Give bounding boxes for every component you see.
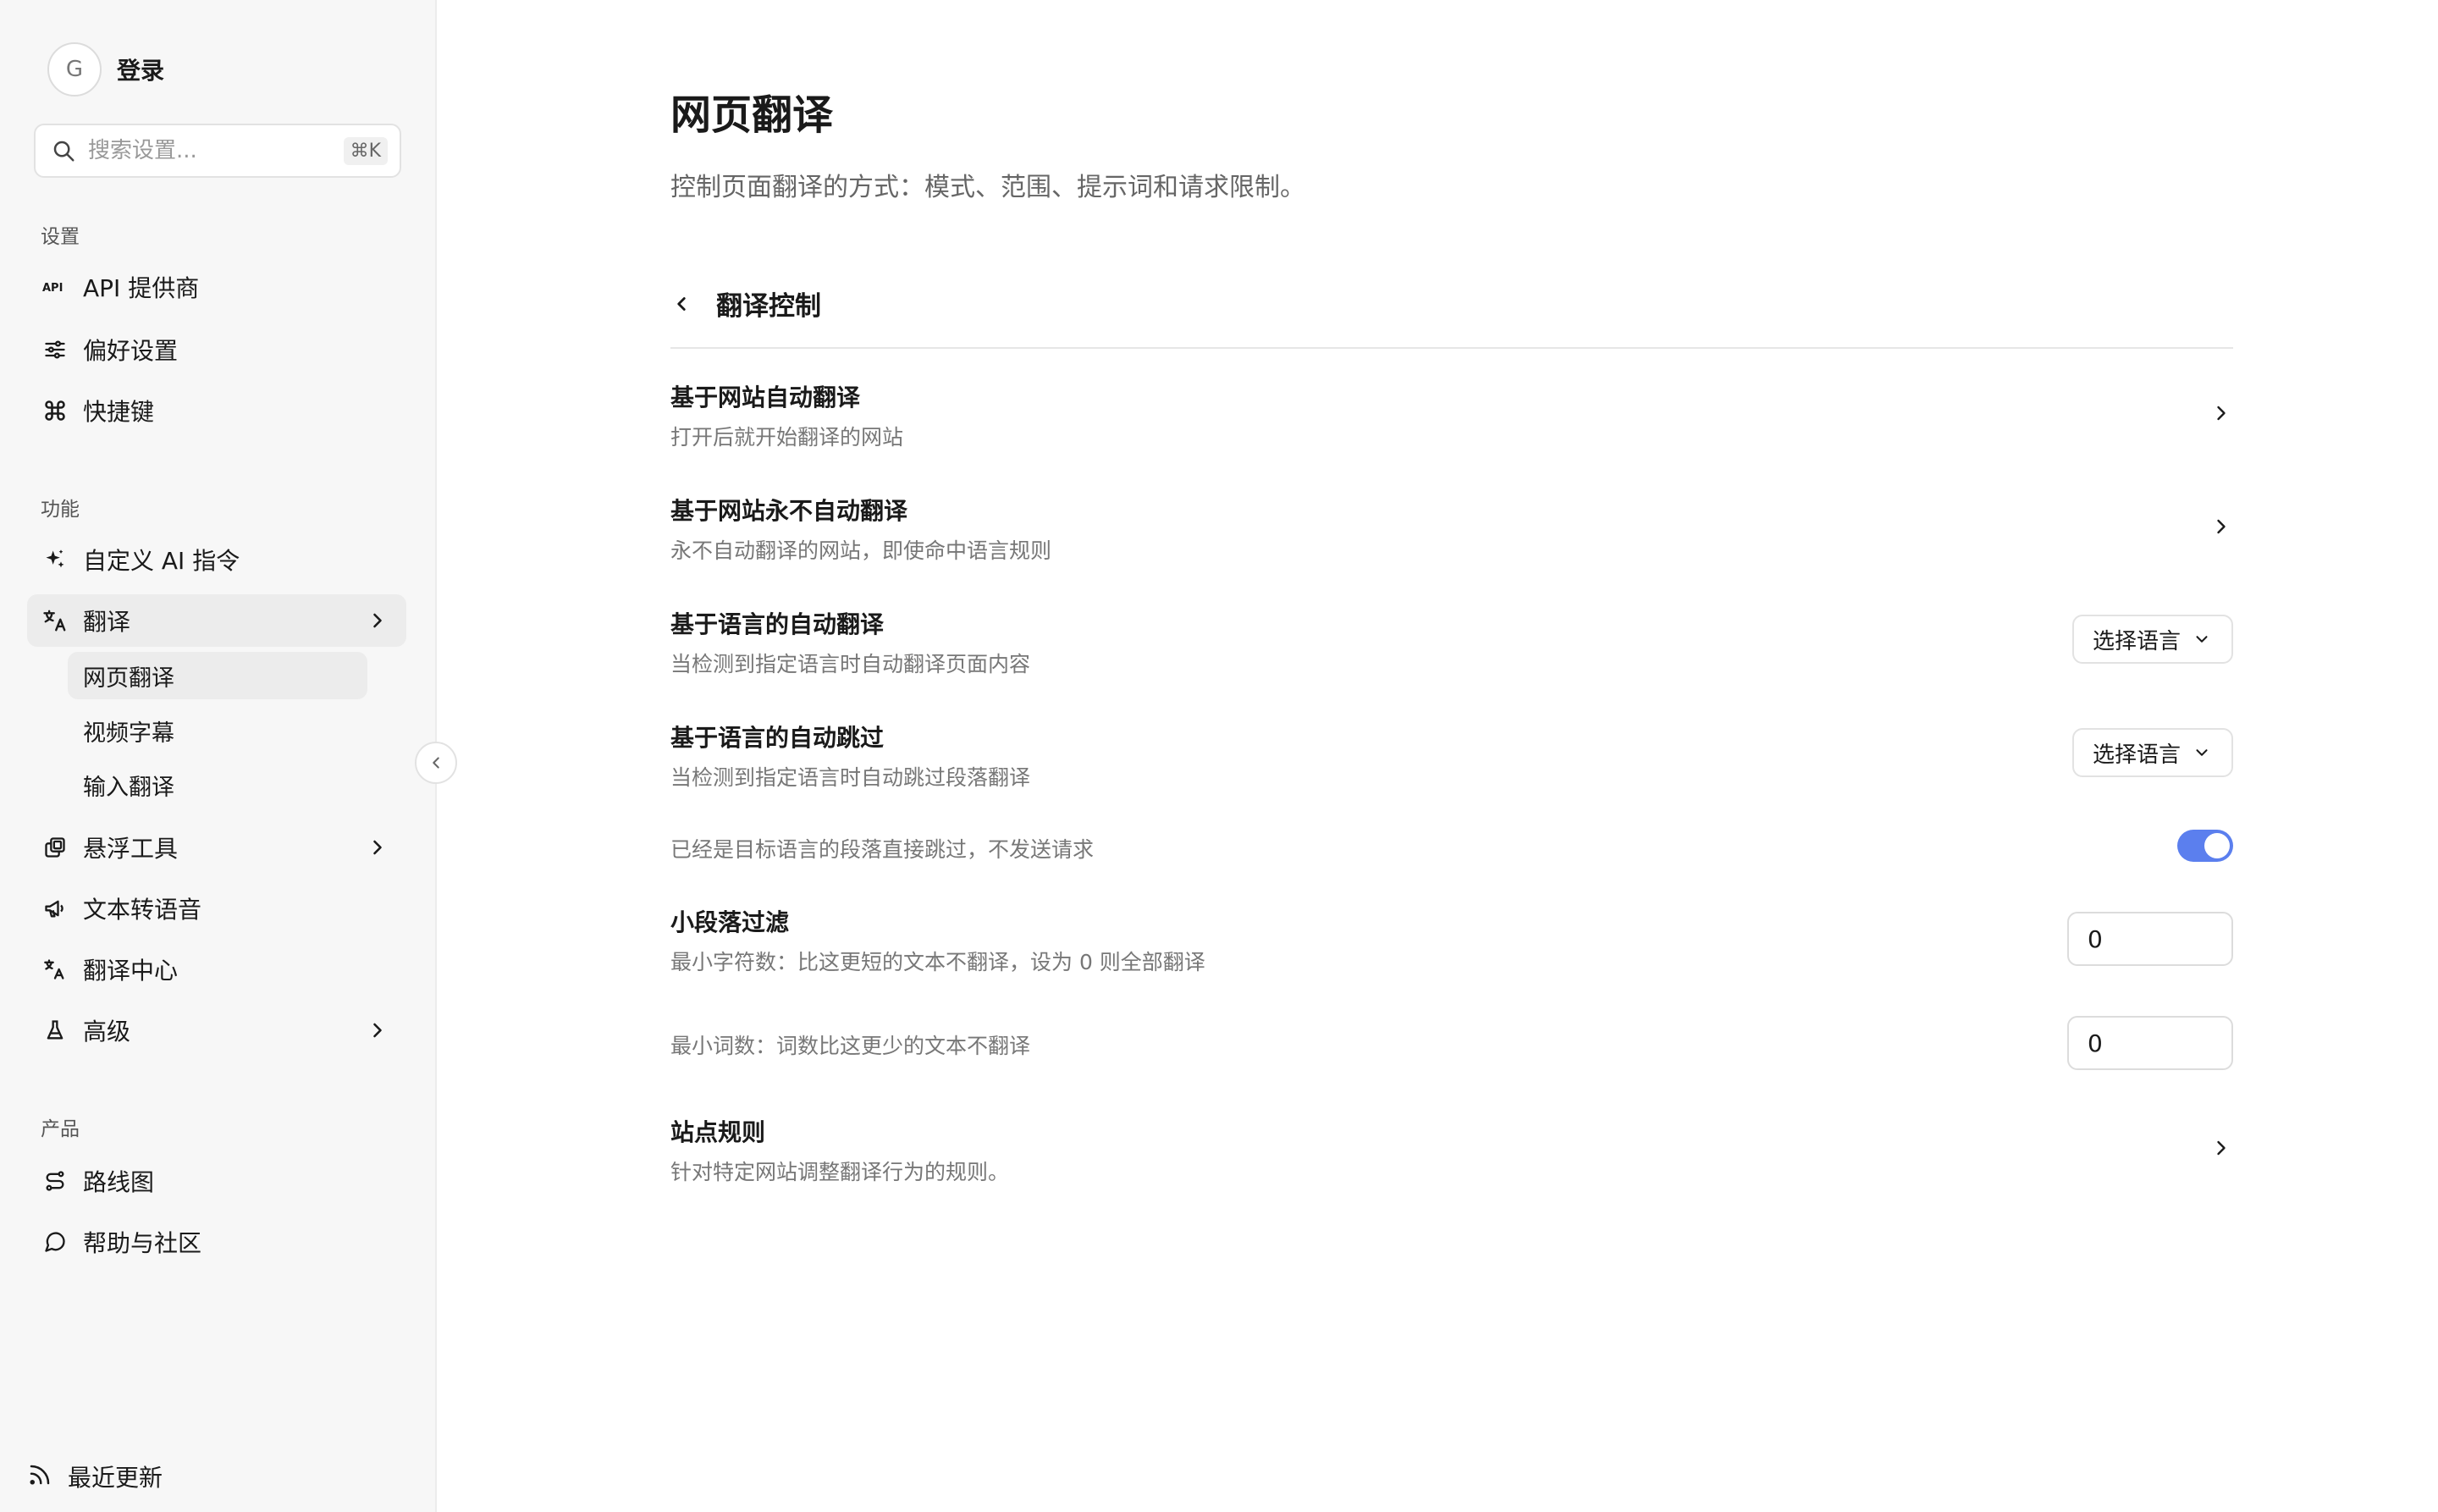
chat-icon xyxy=(42,1229,68,1255)
row-title: 基于网站自动翻译 xyxy=(670,384,861,411)
row-description: 当检测到指定语言时自动跳过段落翻译 xyxy=(670,765,1031,790)
chevron-right-icon[interactable] xyxy=(2209,1136,2233,1160)
row-title: 基于网站永不自动翻译 xyxy=(670,497,908,525)
sidebar-item-label: 翻译 xyxy=(83,608,131,636)
sidebar-footer-updates[interactable]: 最近更新 xyxy=(27,1460,163,1493)
sidebar-item-translate[interactable]: 翻译 xyxy=(27,594,406,647)
rss-icon xyxy=(27,1462,52,1491)
sidebar-footer-label: 最近更新 xyxy=(68,1464,163,1492)
language-icon xyxy=(42,957,68,982)
chevron-down-icon xyxy=(2196,749,2208,756)
sidebar-subitem-web-translate[interactable]: 网页翻译 xyxy=(68,652,367,699)
sidebar-item-label: 帮助与社区 xyxy=(83,1229,202,1257)
sidebar-item-shortcuts[interactable]: 快捷键 xyxy=(27,384,406,437)
row-description: 永不自动翻译的网站，即使命中语言规则 xyxy=(670,538,1052,563)
auto-translate-language-select[interactable]: 选择语言 xyxy=(2072,615,2233,664)
sidebar-item-label: 文本转语音 xyxy=(83,896,202,924)
min-words-input[interactable] xyxy=(2067,1016,2233,1070)
api-icon: API xyxy=(42,274,68,300)
min-chars-input[interactable] xyxy=(2067,912,2233,966)
sidebar-subitem-input-translate[interactable]: 输入翻译 xyxy=(68,761,367,808)
chevron-right-icon[interactable] xyxy=(2209,401,2233,425)
chevron-right-icon[interactable] xyxy=(2209,515,2233,538)
auto-skip-language-select[interactable]: 选择语言 xyxy=(2072,728,2233,777)
sidebar-item-label: 自定义 AI 指令 xyxy=(83,547,240,575)
sidebar-item-floating-tools[interactable]: 悬浮工具 xyxy=(27,821,406,874)
login-label[interactable]: 登录 xyxy=(117,52,164,86)
sidebar-item-label: 偏好设置 xyxy=(83,337,179,365)
select-label: 选择语言 xyxy=(2093,742,2182,768)
sidebar-subitem-video-subtitles[interactable]: 视频字幕 xyxy=(68,707,367,754)
sidebar-item-translation-center[interactable]: 翻译中心 xyxy=(27,943,406,996)
svg-text:API: API xyxy=(42,282,63,295)
sidebar-item-roadmap[interactable]: 路线图 xyxy=(27,1155,406,1207)
row-title: 基于语言的自动跳过 xyxy=(670,724,885,752)
section-label-settings: 设置 xyxy=(41,226,80,248)
command-icon xyxy=(42,398,68,423)
back-button[interactable]: 翻译控制 xyxy=(670,284,821,323)
flask-icon xyxy=(42,1018,68,1043)
sidebar-item-label: 翻译中心 xyxy=(83,957,179,985)
sidebar-item-label: 路线图 xyxy=(83,1168,155,1196)
sidebar-collapse-button[interactable] xyxy=(415,742,457,784)
sidebar-item-api-provider[interactable]: API API 提供商 xyxy=(27,261,406,313)
chevron-right-icon xyxy=(373,613,382,628)
sidebar-item-help-community[interactable]: 帮助与社区 xyxy=(27,1216,406,1268)
toggle-knob xyxy=(2204,833,2230,858)
row-description: 针对特定网站调整翻译行为的规则。 xyxy=(670,1160,1010,1184)
chevron-left-icon xyxy=(433,757,439,769)
layers-icon xyxy=(42,835,68,860)
row-description: 当检测到指定语言时自动翻译页面内容 xyxy=(670,652,1031,676)
sidebar-item-custom-ai[interactable]: 自定义 AI 指令 xyxy=(27,533,406,586)
divider xyxy=(670,347,2233,349)
chevron-right-icon xyxy=(373,1023,382,1038)
sliders-icon xyxy=(42,337,68,362)
row-description: 最小词数：词数比这更少的文本不翻译 xyxy=(670,1034,1031,1058)
route-icon xyxy=(42,1168,68,1194)
skip-target-language-toggle[interactable] xyxy=(2177,830,2233,862)
sidebar-item-label: 快捷键 xyxy=(83,398,155,426)
row-title: 站点规则 xyxy=(670,1118,766,1146)
chevron-right-icon xyxy=(373,840,382,855)
translate-icon xyxy=(42,608,68,633)
sidebar-item-label: API 提供商 xyxy=(83,274,200,302)
page-title: 网页翻译 xyxy=(670,91,834,139)
sidebar-item-label: 悬浮工具 xyxy=(83,835,179,863)
sidebar: G 登录 ⌘K 设置 API API 提供商 偏好设置 快捷键 功能 自定义 A… xyxy=(0,0,437,1512)
sidebar-item-label: 高级 xyxy=(83,1018,131,1046)
sidebar-item-advanced[interactable]: 高级 xyxy=(27,1004,406,1057)
chevron-left-icon xyxy=(677,296,686,311)
row-description: 已经是目标语言的段落直接跳过，不发送请求 xyxy=(670,837,1095,862)
sidebar-item-preferences[interactable]: 偏好设置 xyxy=(27,323,406,376)
search-input[interactable] xyxy=(88,138,344,163)
select-label: 选择语言 xyxy=(2093,628,2182,654)
row-description: 最小字符数：比这更短的文本不翻译，设为 0 则全部翻译 xyxy=(670,950,1205,974)
user-login[interactable]: G 登录 xyxy=(47,42,164,97)
row-description: 打开后就开始翻译的网站 xyxy=(670,425,904,450)
sidebar-item-text-to-speech[interactable]: 文本转语音 xyxy=(27,882,406,935)
search-box[interactable]: ⌘K xyxy=(34,124,401,178)
search-shortcut: ⌘K xyxy=(343,136,388,165)
avatar[interactable]: G xyxy=(47,42,102,97)
search-icon xyxy=(53,141,74,162)
section-label-features: 功能 xyxy=(41,499,80,521)
sparkles-icon xyxy=(42,547,68,572)
page-description: 控制页面翻译的方式：模式、范围、提示词和请求限制。 xyxy=(670,173,1305,202)
chevron-down-icon xyxy=(2196,636,2208,643)
section-label-products: 产品 xyxy=(41,1118,80,1140)
row-title: 基于语言的自动翻译 xyxy=(670,610,885,638)
row-title: 小段落过滤 xyxy=(670,908,790,936)
section-title: 翻译控制 xyxy=(716,291,821,322)
megaphone-icon xyxy=(42,896,68,921)
